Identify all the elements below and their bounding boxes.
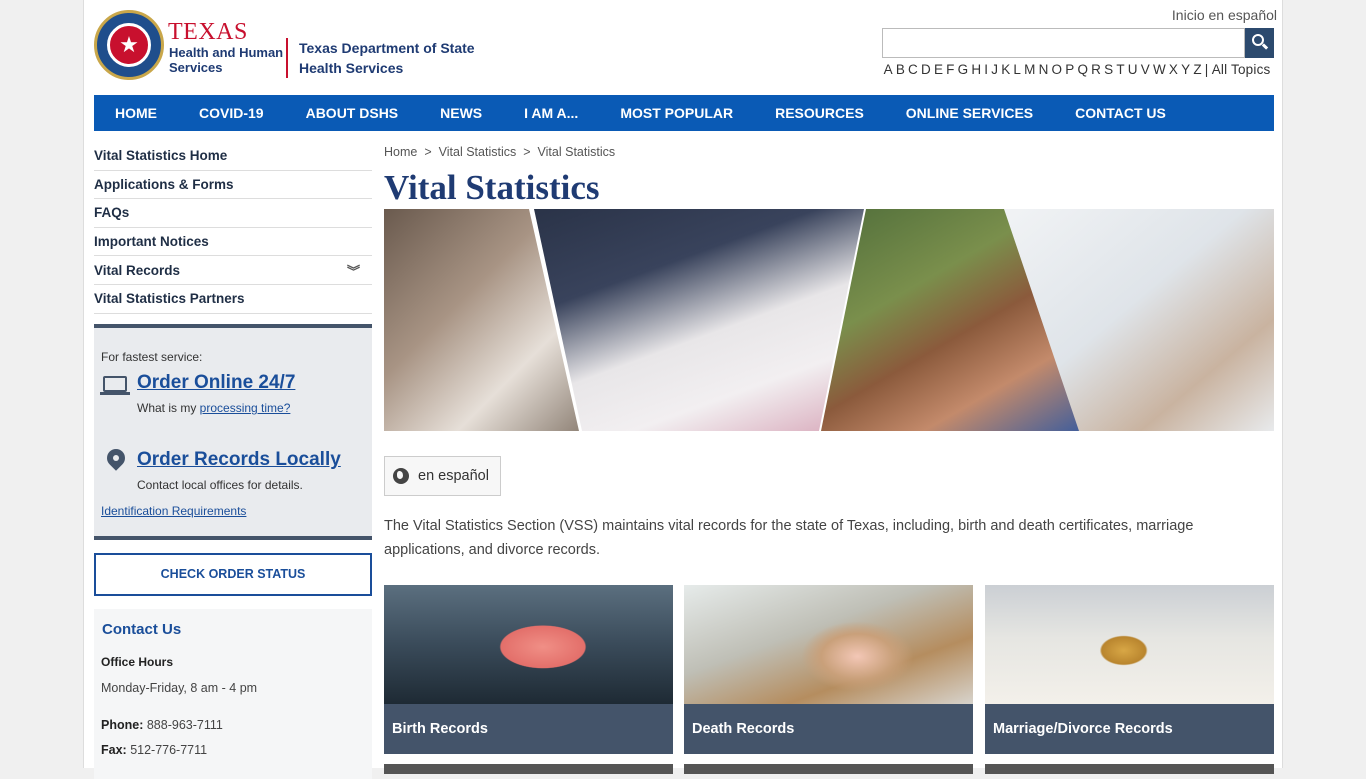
az-letter-d[interactable]: D xyxy=(921,62,931,77)
processing-time-text: What is my processing time? xyxy=(137,401,291,415)
az-letter-x[interactable]: X xyxy=(1169,62,1178,77)
sidebar-item-important-notices[interactable]: Important Notices xyxy=(94,228,372,257)
card-caption: Death Records xyxy=(684,704,973,754)
page-title: Vital Statistics xyxy=(384,168,600,207)
nav-item-i-am-a[interactable]: I AM A... xyxy=(503,105,599,121)
az-letter-e[interactable]: E xyxy=(934,62,943,77)
wedding-rings-photo xyxy=(985,585,1274,704)
spanish-language-button[interactable]: en español xyxy=(384,456,501,496)
fastest-service-label: For fastest service: xyxy=(101,350,203,364)
processing-time-link[interactable]: processing time? xyxy=(200,401,291,415)
az-letter-u[interactable]: U xyxy=(1128,62,1138,77)
az-letter-v[interactable]: V xyxy=(1141,62,1150,77)
main-nav: HOME COVID-19 ABOUT DSHS NEWS I AM A... MOST … xyxy=(94,95,1274,131)
az-letter-m[interactable]: M xyxy=(1024,62,1035,77)
double-chevron-down-icon[interactable]: ︾ xyxy=(347,261,360,280)
nav-item-online-services[interactable]: ONLINE SERVICES xyxy=(885,105,1054,121)
az-letter-r[interactable]: R xyxy=(1091,62,1101,77)
hero-banner-image xyxy=(384,209,1274,431)
sidebar-item-applications-forms[interactable]: Applications & Forms xyxy=(94,171,372,200)
sidebar-item-vital-records[interactable]: Vital Records ︾ xyxy=(94,256,372,285)
nav-item-home[interactable]: HOME xyxy=(94,105,178,121)
all-topics-link[interactable]: | All Topics xyxy=(1205,62,1271,77)
flowers-photo xyxy=(684,585,973,704)
az-letter-b[interactable]: B xyxy=(896,62,905,77)
contact-local-text: Contact local offices for details. xyxy=(137,478,303,492)
az-letter-z[interactable]: Z xyxy=(1193,62,1201,77)
az-letter-p[interactable]: P xyxy=(1065,62,1074,77)
marriage-divorce-records-card[interactable]: Marriage/Divorce Records xyxy=(985,585,1274,754)
dshs-logo-name[interactable]: Texas Department of State Health Service… xyxy=(299,38,489,78)
check-order-status-button[interactable]: CHECK ORDER STATUS xyxy=(94,553,372,596)
fax-line: Fax: 512-776-7711 xyxy=(101,743,208,757)
nav-item-news[interactable]: NEWS xyxy=(419,105,503,121)
az-letter-g[interactable]: G xyxy=(958,62,969,77)
service-box: For fastest service: Order Online 24/7 W… xyxy=(94,324,372,540)
az-letter-s[interactable]: S xyxy=(1104,62,1113,77)
az-letter-i[interactable]: I xyxy=(984,62,988,77)
laptop-icon xyxy=(103,376,127,392)
spanish-home-link[interactable]: Inicio en español xyxy=(1172,7,1277,23)
page: ★ TEXAS Health and Human Services Texas … xyxy=(83,0,1283,779)
nav-item-most-popular[interactable]: MOST POPULAR xyxy=(599,105,754,121)
az-letter-t[interactable]: T xyxy=(1116,62,1124,77)
nav-item-about-dshs[interactable]: ABOUT DSHS xyxy=(285,105,420,121)
sidebar-item-home[interactable]: Vital Statistics Home xyxy=(94,142,372,171)
az-letter-j[interactable]: J xyxy=(991,62,998,77)
hhs-logo-subtitle[interactable]: Health and Human Services xyxy=(169,45,289,75)
phone-line: Phone: 888-963-7111 xyxy=(101,718,223,732)
order-locally-link[interactable]: Order Records Locally xyxy=(137,449,341,471)
sidebar-item-faqs[interactable]: FAQs xyxy=(94,199,372,228)
az-letter-h[interactable]: H xyxy=(971,62,981,77)
search-input[interactable] xyxy=(882,28,1245,58)
nav-item-covid-19[interactable]: COVID-19 xyxy=(178,105,285,121)
card-caption: Birth Records xyxy=(384,704,673,754)
baby-booties-photo xyxy=(384,585,673,704)
az-letter-a[interactable]: A xyxy=(884,62,893,77)
globe-icon xyxy=(393,468,409,484)
nav-item-resources[interactable]: RESOURCES xyxy=(754,105,885,121)
card-row2-edge xyxy=(985,764,1274,774)
breadcrumb-home[interactable]: Home xyxy=(384,145,417,159)
breadcrumb-vital-statistics[interactable]: Vital Statistics xyxy=(439,145,517,159)
hhs-seal-logo[interactable]: ★ xyxy=(94,10,164,80)
star-icon: ★ xyxy=(119,32,139,57)
search-button[interactable] xyxy=(1245,28,1274,58)
logo-divider xyxy=(286,38,288,78)
hero-wedding-photo xyxy=(534,209,864,431)
intro-text: The Vital Statistics Section (VSS) maint… xyxy=(384,518,1194,558)
sidebar-item-partners[interactable]: Vital Statistics Partners xyxy=(94,285,372,314)
breadcrumb-current: Vital Statistics xyxy=(537,145,616,159)
az-letter-l[interactable]: L xyxy=(1013,62,1021,77)
card-row2-edge xyxy=(684,764,973,774)
az-letter-q[interactable]: Q xyxy=(1077,62,1088,77)
identification-requirements-link[interactable]: Identification Requirements xyxy=(101,504,246,518)
hhs-logo-title[interactable]: TEXAS xyxy=(168,20,248,44)
az-letter-k[interactable]: K xyxy=(1001,62,1010,77)
az-letter-c[interactable]: C xyxy=(908,62,918,77)
a-z-index: A B C D E F G H I J K L M N O P Q R S T U V W X Y Z | All Topics xyxy=(882,62,1272,77)
az-letter-o[interactable]: O xyxy=(1052,62,1063,77)
birth-records-card[interactable]: Birth Records xyxy=(384,585,673,754)
contact-title: Contact Us xyxy=(102,621,182,638)
az-letter-w[interactable]: W xyxy=(1153,62,1166,77)
death-records-card[interactable]: Death Records xyxy=(684,585,973,754)
az-letter-n[interactable]: N xyxy=(1039,62,1049,77)
breadcrumb: Home > Vital Statistics > Vital Statistics xyxy=(384,145,616,159)
az-letter-y[interactable]: Y xyxy=(1181,62,1190,77)
card-caption: Marriage/Divorce Records xyxy=(985,704,1274,754)
sidebar-menu: Vital Statistics Home Applications & For… xyxy=(94,142,372,314)
nav-item-contact-us[interactable]: CONTACT US xyxy=(1054,105,1187,121)
order-online-link[interactable]: Order Online 24/7 xyxy=(137,372,295,394)
card-row2-edge xyxy=(384,764,673,774)
az-letter-f[interactable]: F xyxy=(946,62,954,77)
office-hours-label: Office Hours xyxy=(101,655,174,669)
contact-box: Contact Us Office Hours Monday-Friday, 8… xyxy=(94,609,372,779)
office-hours-value: Monday-Friday, 8 am - 4 pm xyxy=(101,681,258,695)
